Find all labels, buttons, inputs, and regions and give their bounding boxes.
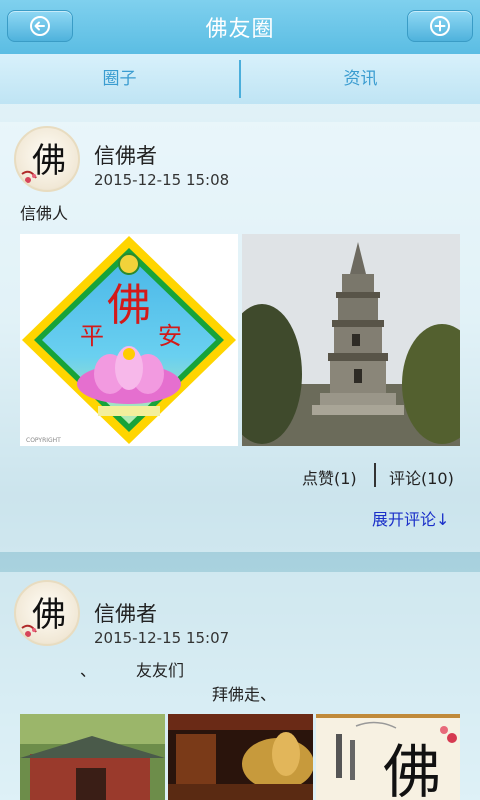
post-card: 佛 信佛者 2015-12-15 15:08 信佛人 平 佛 安 COPYRIG… — [0, 122, 480, 552]
like-button[interactable]: 点赞(1) — [302, 465, 357, 489]
avatar[interactable]: 佛 — [14, 126, 80, 192]
page-title: 佛友圈 — [205, 17, 275, 42]
avatar-image: 佛 — [21, 595, 66, 637]
image-caption-right: 安 — [158, 322, 182, 350]
title-bar: 佛友圈 — [0, 0, 480, 54]
post-username[interactable]: 信佛者 — [94, 140, 157, 170]
avatar-glyph: 佛 — [32, 595, 66, 635]
tab-bar: 圈子 资讯 — [0, 54, 480, 104]
post-image[interactable] — [242, 234, 460, 446]
post-timestamp: 2015-12-15 15:07 — [94, 629, 230, 647]
meta-divider — [374, 463, 376, 487]
comment-button[interactable]: 评论(10) — [389, 465, 454, 489]
post-image[interactable]: 佛 — [316, 714, 460, 800]
post-text-line2: 拜佛走、 — [212, 685, 277, 704]
image-caption-center: 佛 — [107, 280, 151, 331]
post-image[interactable]: 平 佛 安 COPYRIGHT — [20, 234, 238, 446]
avatar-glyph: 佛 — [32, 141, 66, 181]
expand-comments-link[interactable]: 展开评论↓ — [372, 506, 449, 530]
post-username[interactable]: 信佛者 — [94, 598, 157, 628]
post-image[interactable] — [168, 714, 313, 800]
post-timestamp: 2015-12-15 15:08 — [94, 171, 230, 189]
post-card: 佛 信佛者 2015-12-15 15:07 、 友友们 拜佛走、 佛 — [0, 572, 480, 800]
post-image[interactable] — [20, 714, 165, 800]
image-character: 佛 — [383, 738, 441, 800]
svg-text:COPYRIGHT: COPYRIGHT — [26, 437, 61, 444]
image-caption-left: 平 — [80, 322, 104, 350]
back-button[interactable] — [7, 10, 73, 42]
post-text: 信佛人 — [20, 204, 69, 223]
back-arrow-icon — [30, 16, 50, 36]
plus-circle-icon — [430, 16, 450, 36]
post-text-fragment: 、 — [80, 661, 97, 680]
tab-circle[interactable]: 圈子 — [0, 54, 239, 104]
avatar[interactable]: 佛 — [14, 580, 80, 646]
add-button[interactable] — [407, 10, 473, 42]
tab-news[interactable]: 资讯 — [241, 54, 480, 104]
post-text: 友友们 — [136, 661, 185, 680]
avatar-image: 佛 — [21, 141, 66, 183]
